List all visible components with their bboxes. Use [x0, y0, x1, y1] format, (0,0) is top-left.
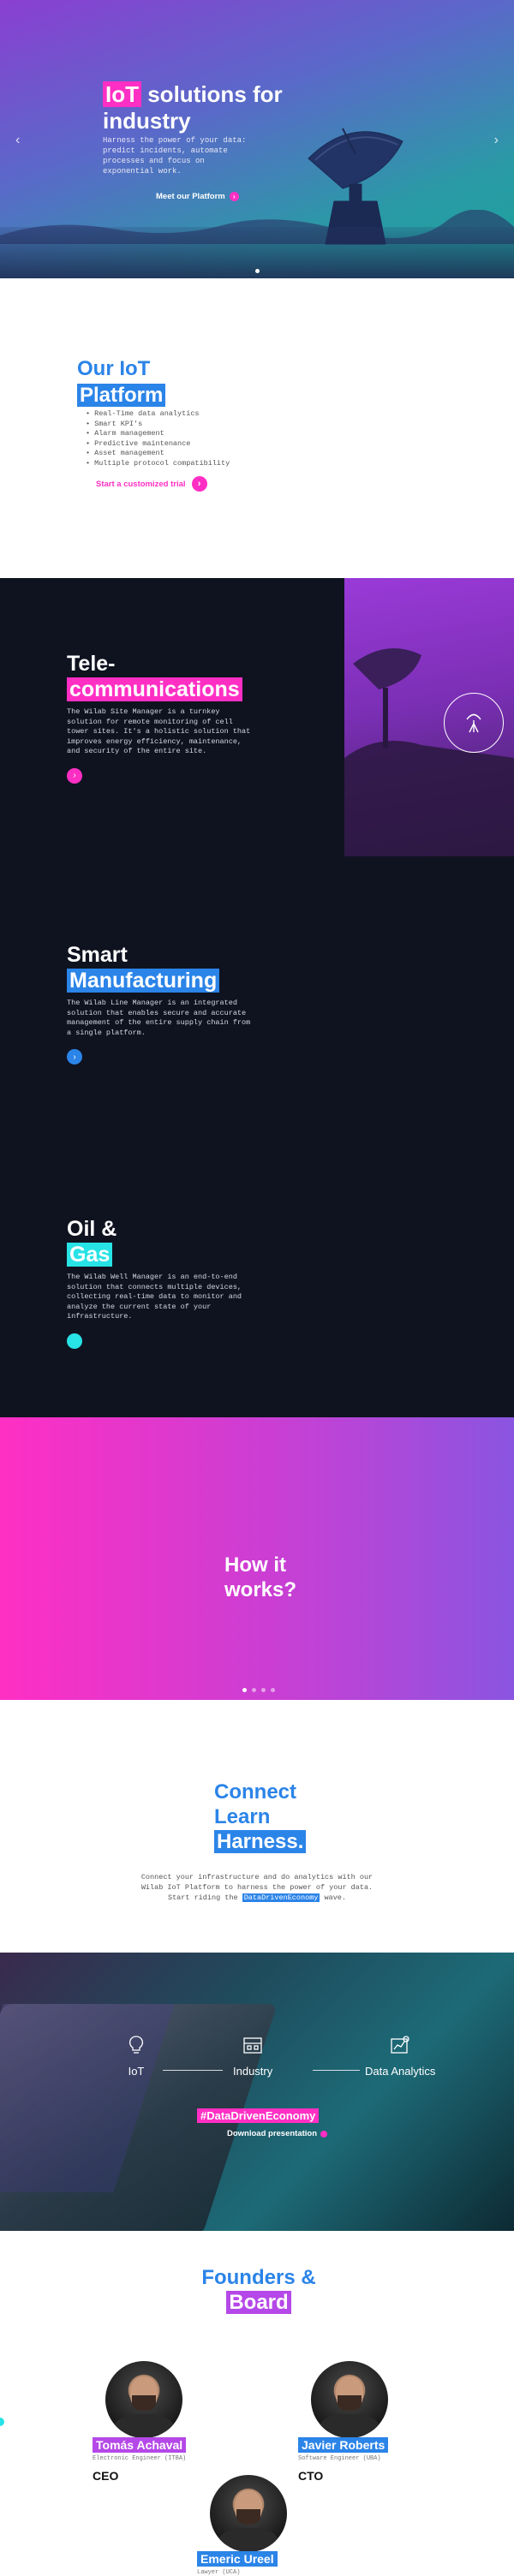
- list-item: Multiple protocol compatibility: [86, 459, 230, 469]
- connector-line: [313, 2070, 360, 2071]
- slider-next-arrow[interactable]: ›: [494, 133, 499, 148]
- industry-title: Smart Manufacturing: [67, 942, 255, 993]
- connect-text-after: wave.: [320, 1893, 347, 1902]
- founders-title-line1: Founders &: [201, 2266, 316, 2289]
- founders-title-line2: Board: [226, 2291, 291, 2314]
- data-economy-hashtag: #DataDrivenEconomy: [197, 2108, 320, 2123]
- platform-title-line1: Our IoT: [77, 357, 151, 380]
- connector-line: [163, 2070, 223, 2071]
- hero-title-highlight: IoT: [103, 81, 141, 107]
- hero-section: ‹ › IoT solutions for industry Harness t…: [0, 0, 514, 278]
- industry-title-line1: Oil &: [67, 1217, 117, 1241]
- founder-name: Tomás Achaval: [93, 2437, 187, 2453]
- data-economy-section: IoT Industry Data Analytics #DataDrivenE…: [0, 1953, 514, 2231]
- meet-platform-label: Meet our Platform: [156, 192, 225, 201]
- how-it-works-section: How it works?: [0, 1417, 514, 1700]
- industry-telecom-button[interactable]: ›: [67, 767, 82, 784]
- connect-section: Connect Learn Harness. Connect your infras…: [0, 1700, 514, 1953]
- avatar: [210, 2475, 287, 2552]
- industry-description: The Wilab Well Manager is an end-to-end …: [67, 1273, 242, 1321]
- connect-hashtag: DataDrivenEconomy: [242, 1893, 320, 1902]
- antenna-ring-icon: [444, 693, 504, 753]
- industry-oil-gas: Oil & Gas The Wilab Well Manager is an en…: [67, 1216, 255, 1349]
- industry-description: The Wilab Site Manager is a turnkey solu…: [67, 707, 251, 755]
- carousel-dot[interactable]: [271, 1688, 275, 1692]
- platform-title-line2: Platform: [77, 384, 166, 407]
- industry-manufacturing: Smart Manufacturing The Wilab Line Manage…: [67, 942, 255, 1064]
- node-label: Data Analytics: [365, 2065, 436, 2078]
- node-label: IoT: [128, 2065, 145, 2078]
- avatar: [311, 2361, 388, 2438]
- start-trial-label: Start a customized trial: [96, 479, 186, 489]
- arrow-right-icon: ›: [73, 1052, 76, 1062]
- hero-description: Harness the power of your data: predict …: [103, 136, 247, 176]
- industry-title: Oil & Gas: [67, 1216, 255, 1267]
- industry-manufacturing-button[interactable]: ›: [67, 1049, 82, 1064]
- carousel-dots: [242, 1688, 275, 1692]
- founder-degree: Software Engineer (UBA): [298, 2455, 381, 2462]
- carousel-dot[interactable]: [252, 1688, 256, 1692]
- platform-feature-list: Real-Time data analytics Smart KPI's Ala…: [86, 409, 230, 468]
- list-item: Smart KPI's: [86, 420, 230, 430]
- node-data-analytics: Data Analytics: [365, 2034, 435, 2078]
- founder-card: Tomás Achaval Electronic Engineer (ITBA)…: [93, 2361, 212, 2483]
- founder-name: Javier Roberts: [298, 2437, 389, 2453]
- slider-prev-arrow[interactable]: ‹: [15, 133, 20, 148]
- founder-card: Emeric Ureel Lawyer (UCA): [197, 2475, 317, 2576]
- industry-title-line1: Tele-: [67, 652, 116, 676]
- download-presentation-link[interactable]: Download presentation: [227, 2129, 328, 2138]
- arrow-right-icon: ›: [191, 476, 207, 492]
- hero-title: IoT solutions for industry: [103, 81, 308, 134]
- founder-card: Javier Roberts Software Engineer (UBA) C…: [298, 2361, 418, 2483]
- industry-title: Tele-communications: [67, 651, 255, 702]
- download-dot-icon: [320, 2130, 328, 2138]
- connect-title: Connect Learn Harness.: [214, 1780, 307, 1854]
- lightbulb-icon: [129, 2036, 143, 2054]
- tower-icon: [466, 713, 481, 733]
- slider-dot[interactable]: [255, 269, 260, 273]
- node-industry: Industry: [233, 2034, 272, 2078]
- arrow-right-icon: ›: [229, 192, 239, 201]
- start-trial-link[interactable]: Start a customized trial ›: [96, 476, 207, 492]
- platform-title: Our IoT Platform: [77, 355, 166, 408]
- industry-title-line2: Manufacturing: [67, 969, 220, 993]
- how-title: How it works?: [224, 1553, 297, 1601]
- meet-platform-link[interactable]: Meet our Platform ›: [156, 192, 239, 201]
- founder-name: Emeric Ureel: [197, 2551, 278, 2567]
- carousel-dot[interactable]: [261, 1688, 266, 1692]
- telecom-antenna-image: [344, 578, 514, 856]
- analytics-icon: [391, 2036, 409, 2054]
- connect-description: Connect your infrastructure and do analy…: [137, 1872, 377, 1903]
- founders-title: Founders & Board: [199, 2265, 319, 2315]
- industry-oil-gas-button[interactable]: [67, 1333, 82, 1349]
- industry-title-line2: communications: [67, 677, 242, 701]
- founders-section: Founders & Board Tomás Achaval Electronic…: [0, 2231, 514, 2576]
- list-item: Real-Time data analytics: [86, 409, 230, 420]
- list-item: Asset management: [86, 449, 230, 459]
- industry-telecom: Tele-communications The Wilab Site Manag…: [67, 651, 255, 784]
- download-label: Download presentation: [227, 2129, 318, 2138]
- industries-section: Tele-communications The Wilab Site Manag…: [0, 578, 514, 1417]
- list-item: Predictive maintenance: [86, 439, 230, 450]
- laptop-screen: [0, 2004, 175, 2192]
- founder-degree: Electronic Engineer (ITBA): [93, 2455, 187, 2462]
- arrow-right-icon: ›: [73, 771, 76, 780]
- factory-icon: [243, 2037, 262, 2054]
- founder-role: CEO: [93, 2469, 119, 2483]
- platform-section: Our IoT Platform Real-Time data analytics…: [0, 278, 514, 578]
- connect-line2: Learn: [214, 1805, 271, 1828]
- industry-title-line1: Smart: [67, 943, 128, 967]
- node-label: Industry: [233, 2065, 273, 2078]
- connect-line3: Harness.: [214, 1830, 307, 1853]
- founder-degree: Lawyer (UCA): [197, 2569, 241, 2576]
- node-iot: IoT: [125, 2034, 147, 2078]
- industry-description: The Wilab Line Manager is an integrated …: [67, 999, 251, 1037]
- industry-title-line2: Gas: [67, 1243, 113, 1267]
- avatar: [105, 2361, 182, 2438]
- carousel-dot[interactable]: [242, 1688, 247, 1692]
- list-item: Alarm management: [86, 429, 230, 439]
- connect-line1: Connect: [214, 1780, 296, 1804]
